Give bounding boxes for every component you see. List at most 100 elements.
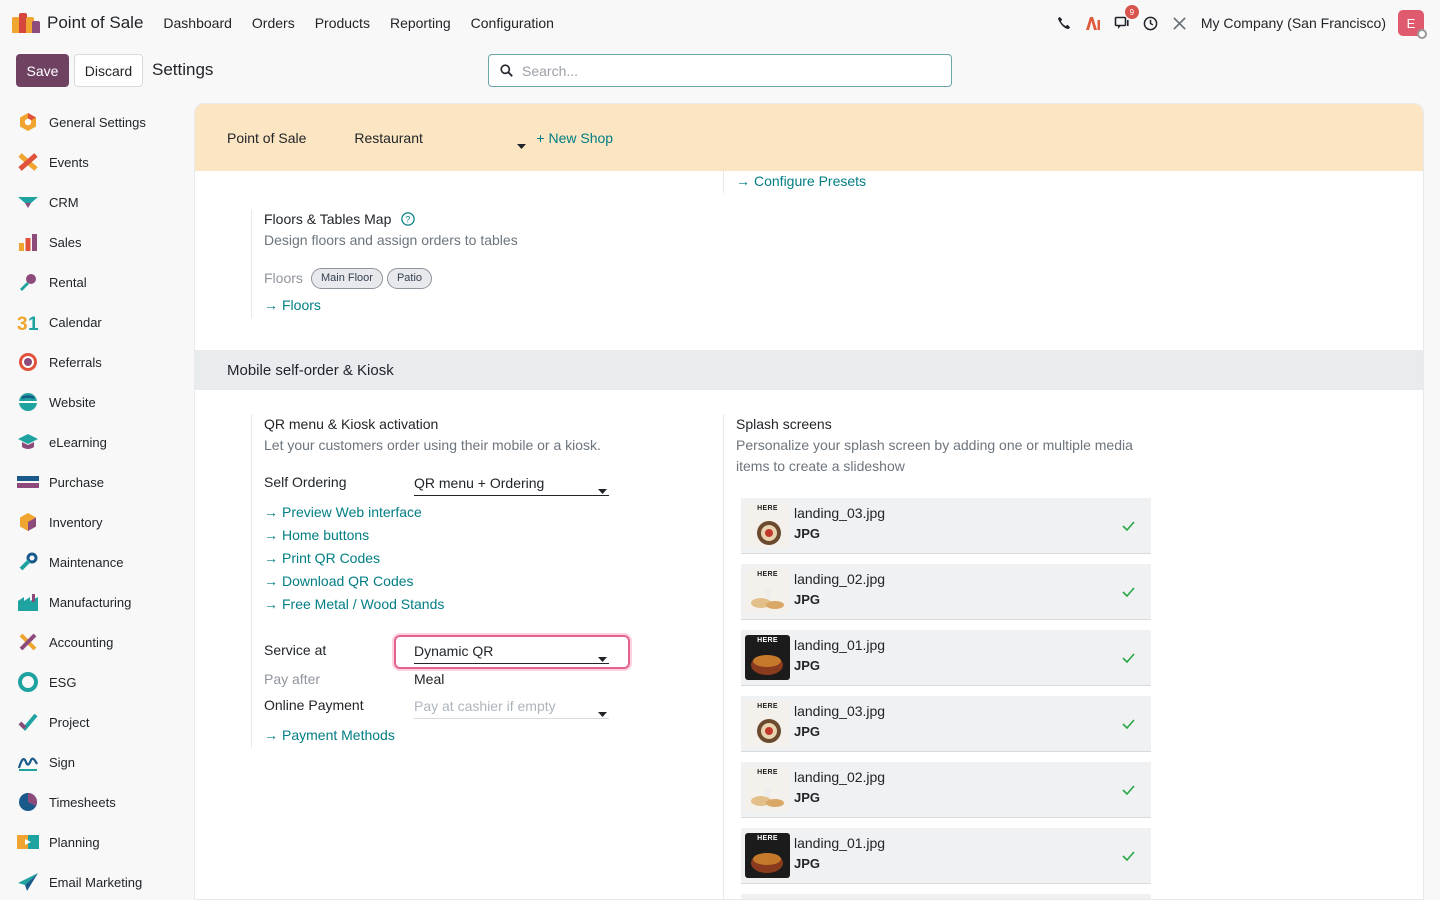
arrow-right-icon: → (264, 297, 278, 313)
splash-item-partial[interactable] (741, 894, 1151, 899)
arrow-right-icon: → (736, 173, 750, 189)
section-header: Mobile self-order & Kiosk (195, 350, 1423, 390)
rental-icon (17, 271, 39, 293)
sidebar-item-timesheets[interactable]: Timesheets (0, 782, 194, 822)
splash-filename: landing_03.jpg (794, 703, 886, 719)
menu-dashboard[interactable]: Dashboard (163, 15, 232, 31)
splash-item[interactable]: HERE landing_03.jpg JPG (741, 498, 1151, 554)
free-stands-link[interactable]: → Free Metal / Wood Stands (264, 596, 444, 612)
project-icon (17, 711, 39, 733)
arrow-right-icon: → (264, 727, 278, 743)
app-brand[interactable]: Point of Sale (12, 13, 163, 33)
sidebar-item-email-marketing[interactable]: Email Marketing (0, 862, 194, 900)
sales-icon (17, 231, 39, 253)
sidebar-item-sign[interactable]: Sign (0, 742, 194, 782)
status-dot-icon (1417, 29, 1427, 39)
service-at-value: Dynamic QR (414, 643, 494, 659)
floor-tag[interactable]: Main Floor (311, 268, 383, 289)
sidebar-item-inventory[interactable]: Inventory (0, 502, 194, 542)
divider (723, 171, 724, 193)
sidebar-item-accounting[interactable]: Accounting (0, 622, 194, 662)
check-icon (1122, 518, 1135, 534)
pay-after-label: Pay after (264, 671, 321, 687)
sidebar-item-referrals[interactable]: Referrals (0, 342, 194, 382)
splash-item[interactable]: HERE landing_03.jpg JPG (741, 696, 1151, 752)
splash-filename: landing_01.jpg (794, 835, 886, 851)
search-input[interactable] (522, 62, 922, 79)
download-qr-link[interactable]: → Download QR Codes (264, 573, 414, 589)
splash-thumbnail[interactable]: HERE (745, 701, 790, 746)
phone-icon[interactable] (1054, 13, 1074, 33)
splash-title: Splash screens (736, 416, 832, 432)
new-shop-button[interactable]: + New Shop (536, 130, 613, 146)
discard-button[interactable]: Discard (74, 54, 143, 87)
menu-reporting[interactable]: Reporting (390, 15, 451, 31)
sidebar-item-website[interactable]: Website (0, 382, 194, 422)
messages-icon[interactable]: 9 (1112, 5, 1139, 33)
caret-down-icon (598, 649, 607, 665)
sidebar-item-planning[interactable]: Planning (0, 822, 194, 862)
splash-filetype: JPG (794, 658, 821, 673)
help-icon[interactable]: ? (401, 212, 415, 229)
settings-sidebar: General Settings Events CRM Sales Rental… (0, 102, 194, 900)
service-at-select[interactable]: Dynamic QR (414, 642, 609, 664)
menu-configuration[interactable]: Configuration (471, 15, 554, 31)
sidebar-item-general-settings[interactable]: General Settings (0, 102, 194, 142)
floor-tag[interactable]: Patio (386, 268, 433, 289)
divider (251, 414, 252, 748)
sidebar-item-esg[interactable]: ESG (0, 662, 194, 702)
splash-item[interactable]: HERE landing_02.jpg JPG (741, 564, 1151, 620)
payment-methods-link[interactable]: → Payment Methods (264, 727, 395, 743)
ai-icon[interactable] (1083, 13, 1103, 33)
qr-title: QR menu & Kiosk activation (264, 416, 439, 432)
tools-icon[interactable] (1170, 13, 1190, 33)
sidebar-item-sales[interactable]: Sales (0, 222, 194, 262)
save-button[interactable]: Save (16, 54, 69, 87)
company-switcher[interactable]: My Company (San Francisco) (1201, 15, 1386, 31)
sidebar-item-purchase[interactable]: Purchase (0, 462, 194, 502)
splash-thumbnail[interactable]: HERE (745, 767, 790, 812)
splash-thumbnail[interactable]: HERE (745, 503, 790, 548)
menu-products[interactable]: Products (315, 15, 370, 31)
sidebar-item-rental[interactable]: Rental (0, 262, 194, 302)
splash-thumbnail[interactable]: HERE (745, 833, 790, 878)
purchase-icon (17, 471, 39, 493)
shop-select-value: Restaurant (354, 129, 423, 146)
floors-link[interactable]: → Floors (264, 297, 321, 313)
sidebar-item-manufacturing[interactable]: Manufacturing (0, 582, 194, 622)
online-payment-select[interactable]: Pay at cashier if empty (414, 697, 609, 719)
configure-presets-link[interactable]: → Configure Presets (736, 173, 866, 189)
splash-item[interactable]: HERE landing_01.jpg JPG (741, 630, 1151, 686)
pos-app-icon (12, 13, 40, 33)
caret-down-icon (598, 704, 607, 720)
splash-item[interactable]: HERE landing_01.jpg JPG (741, 828, 1151, 884)
user-avatar[interactable]: E (1398, 10, 1427, 39)
arrow-right-icon: → (264, 527, 278, 543)
splash-thumbnail[interactable]: HERE (745, 635, 790, 680)
app-title: Point of Sale (47, 13, 144, 32)
preview-web-link[interactable]: → Preview Web interface (264, 504, 422, 520)
sidebar-item-elearning[interactable]: eLearning (0, 422, 194, 462)
sidebar-item-maintenance[interactable]: Maintenance (0, 542, 194, 582)
shop-select[interactable]: Restaurant (354, 129, 527, 149)
splash-filename: landing_02.jpg (794, 769, 886, 785)
home-buttons-link[interactable]: → Home buttons (264, 527, 369, 543)
sidebar-item-crm[interactable]: CRM (0, 182, 194, 222)
sidebar-item-calendar[interactable]: 31 Calendar (0, 302, 194, 342)
maintenance-icon (17, 551, 39, 573)
menu-orders[interactable]: Orders (252, 15, 295, 31)
sidebar-item-project[interactable]: Project (0, 702, 194, 742)
splash-filetype: JPG (794, 724, 821, 739)
website-icon (17, 391, 39, 413)
sidebar-item-events[interactable]: Events (0, 142, 194, 182)
qr-description: Let your customers order using their mob… (264, 437, 601, 453)
print-qr-link[interactable]: → Print QR Codes (264, 550, 380, 566)
timesheets-icon (17, 791, 39, 813)
self-ordering-select[interactable]: QR menu + Ordering (414, 474, 609, 496)
splash-item[interactable]: HERE landing_02.jpg JPG (741, 762, 1151, 818)
top-navbar: Point of Sale Dashboard Orders Products … (0, 0, 1440, 46)
splash-thumbnail[interactable]: HERE (745, 569, 790, 614)
search-box[interactable] (488, 54, 952, 87)
arrow-right-icon: → (264, 504, 278, 520)
clock-icon[interactable] (1141, 13, 1161, 33)
